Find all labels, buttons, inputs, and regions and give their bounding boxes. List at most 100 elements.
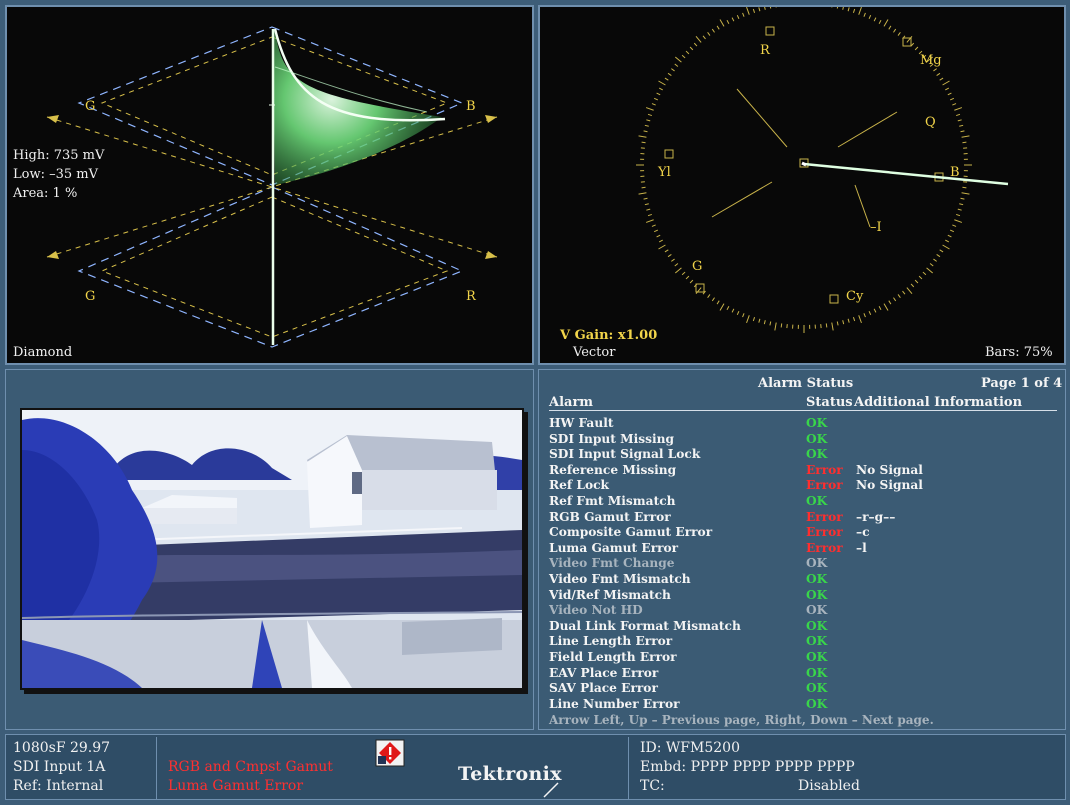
warning-diamond-icon[interactable] bbox=[374, 738, 406, 768]
gamut-alert-line-1: RGB and Cmpst Gamut bbox=[168, 759, 333, 775]
picture-thumbnail bbox=[20, 408, 524, 690]
alarm-status: Error bbox=[806, 540, 843, 555]
alarm-row: Line Length Error OK bbox=[549, 634, 1059, 650]
vector-label-yl: Yl bbox=[658, 165, 671, 180]
gamut-alert-line-2: Luma Gamut Error bbox=[168, 778, 304, 794]
alarm-info: No Signal bbox=[856, 462, 923, 477]
alarm-page-indicator: Page 1 of 4 bbox=[981, 376, 1063, 391]
alarm-row: RGB Gamut Error Error –r–g–– bbox=[549, 510, 1059, 526]
vector-label-mg: Mg bbox=[920, 53, 942, 68]
alarm-row: Video Fmt Mismatch OK bbox=[549, 572, 1059, 588]
diamond-title: Diamond bbox=[13, 345, 73, 360]
alarm-status: OK bbox=[806, 618, 828, 633]
alarm-info: No Signal bbox=[856, 478, 923, 493]
alarm-name: SAV Place Error bbox=[549, 681, 658, 696]
alarm-status: OK bbox=[806, 431, 828, 446]
alarm-name: EAV Place Error bbox=[549, 665, 659, 680]
alarm-status: OK bbox=[806, 696, 828, 711]
alarm-header-rule bbox=[549, 410, 1057, 411]
diamond-label-b: B bbox=[466, 99, 476, 114]
alarm-row: HW Fault OK bbox=[549, 416, 1059, 432]
alarm-status: OK bbox=[806, 587, 828, 602]
alarm-info: –c bbox=[856, 525, 870, 540]
alarm-name: Video Fmt Change bbox=[549, 556, 675, 571]
vector-trace bbox=[801, 161, 1009, 186]
alarm-help-text: Arrow Left, Up – Previous page, Right, D… bbox=[549, 713, 934, 727]
alarm-info: –r–g–– bbox=[856, 509, 896, 524]
diamond-label-r: R bbox=[466, 289, 476, 304]
alarm-row: Luma Gamut Error Error –l bbox=[549, 541, 1059, 557]
alarm-row: Field Length Error OK bbox=[549, 650, 1059, 666]
alarm-name: Dual Link Format Mismatch bbox=[549, 618, 741, 633]
vector-label-cy: Cy bbox=[846, 289, 864, 304]
alarm-status: OK bbox=[806, 665, 828, 680]
alarm-status: OK bbox=[806, 556, 828, 571]
alarm-name: Field Length Error bbox=[549, 650, 677, 664]
alarm-row: Ref Lock Error No Signal bbox=[549, 478, 1059, 494]
alarm-name: SDI Input Signal Lock bbox=[549, 447, 701, 462]
picture-display-tile[interactable] bbox=[5, 369, 534, 730]
diamond-display-tile[interactable]: G B G R High: 735 mV Low: –35 mV Area: 1… bbox=[5, 5, 534, 365]
alarm-status: Error bbox=[806, 462, 843, 477]
diamond-label-g-top: G bbox=[85, 99, 96, 114]
barn-landscape-image bbox=[22, 410, 522, 688]
alarm-name: Line Length Error bbox=[549, 634, 673, 649]
alarm-name: Video Fmt Mismatch bbox=[549, 572, 691, 586]
reference-readout: Ref: Internal bbox=[13, 778, 104, 794]
alarm-row: Reference Missing Error No Signal bbox=[549, 463, 1059, 479]
alarm-name: Vid/Ref Mismatch bbox=[549, 587, 671, 602]
alarm-name: Line Number Error bbox=[549, 696, 680, 711]
alarm-row: Composite Gamut Error Error –c bbox=[549, 525, 1059, 541]
alarm-status: Error bbox=[806, 478, 843, 493]
alarm-info: –l bbox=[856, 540, 867, 555]
alarm-name: RGB Gamut Error bbox=[549, 509, 671, 524]
alarm-row: Dual Link Format Mismatch OK bbox=[549, 619, 1059, 635]
alarm-name: HW Fault bbox=[549, 416, 614, 430]
alarm-name: Composite Gamut Error bbox=[549, 525, 713, 540]
logo-swoosh-icon bbox=[543, 782, 559, 798]
alarm-row: SDI Input Missing OK bbox=[549, 432, 1059, 448]
alarm-row: Video Fmt Change OK bbox=[549, 556, 1059, 572]
status-divider-2 bbox=[628, 737, 629, 799]
alarm-column-header: Alarm bbox=[549, 395, 594, 410]
vector-label-b: B bbox=[950, 165, 960, 180]
video-format-readout: 1080sF 29.97 bbox=[13, 740, 111, 756]
alarm-row: SDI Input Signal Lock OK bbox=[549, 447, 1059, 463]
alarm-name: Reference Missing bbox=[549, 462, 677, 477]
timecode-value: Disabled bbox=[798, 778, 860, 794]
status-column-header: Status bbox=[806, 395, 853, 410]
alarm-status: OK bbox=[806, 650, 828, 664]
alarm-status-tile[interactable]: Alarm Status Page 1 of 4 Alarm Status Ad… bbox=[538, 369, 1066, 730]
vector-graticule bbox=[636, 7, 1009, 333]
input-readout: SDI Input 1A bbox=[13, 759, 106, 775]
alarm-row: Vid/Ref Mismatch OK bbox=[549, 588, 1059, 604]
alarm-status: Error bbox=[806, 509, 843, 524]
diamond-area-readout: Area: 1 % bbox=[13, 186, 78, 201]
diamond-label-g-bottom: G bbox=[85, 289, 96, 304]
vector-label-q: Q bbox=[925, 115, 936, 130]
embedded-audio-readout: Embd: PPPP PPPP PPPP PPPP bbox=[640, 759, 855, 775]
vector-display-tile[interactable]: R Mg Q Yl B –I G Cy V Gain: x1.00 Vector… bbox=[538, 5, 1066, 365]
vector-title: Vector bbox=[573, 345, 616, 360]
alarm-status: OK bbox=[806, 416, 828, 430]
info-column-header: Additional Information bbox=[854, 395, 1023, 410]
alarm-name: Video Not HD bbox=[549, 603, 643, 618]
instrument-id: ID: WFM5200 bbox=[640, 740, 740, 756]
alarm-row: EAV Place Error OK bbox=[549, 666, 1059, 682]
timecode-label: TC: bbox=[640, 778, 665, 794]
diamond-high-readout: High: 735 mV bbox=[13, 148, 105, 163]
diamond-low-readout: Low: –35 mV bbox=[13, 167, 98, 182]
vector-label-r: R bbox=[760, 43, 770, 58]
alarm-status: OK bbox=[806, 681, 828, 696]
alarm-row: Ref Fmt Mismatch OK bbox=[549, 494, 1059, 510]
alarm-status: OK bbox=[806, 447, 828, 462]
alarm-name: SDI Input Missing bbox=[549, 431, 674, 446]
diamond-graticule bbox=[46, 26, 498, 348]
alarm-status: OK bbox=[806, 494, 828, 508]
diamond-trace bbox=[269, 28, 446, 345]
vector-label-i: –I bbox=[870, 220, 882, 235]
vector-label-g: G bbox=[692, 259, 703, 274]
status-bar: 1080sF 29.97 SDI Input 1A Ref: Internal … bbox=[5, 734, 1066, 800]
alarm-row: SAV Place Error OK bbox=[549, 681, 1059, 697]
bars-readout: Bars: 75% bbox=[985, 345, 1053, 360]
